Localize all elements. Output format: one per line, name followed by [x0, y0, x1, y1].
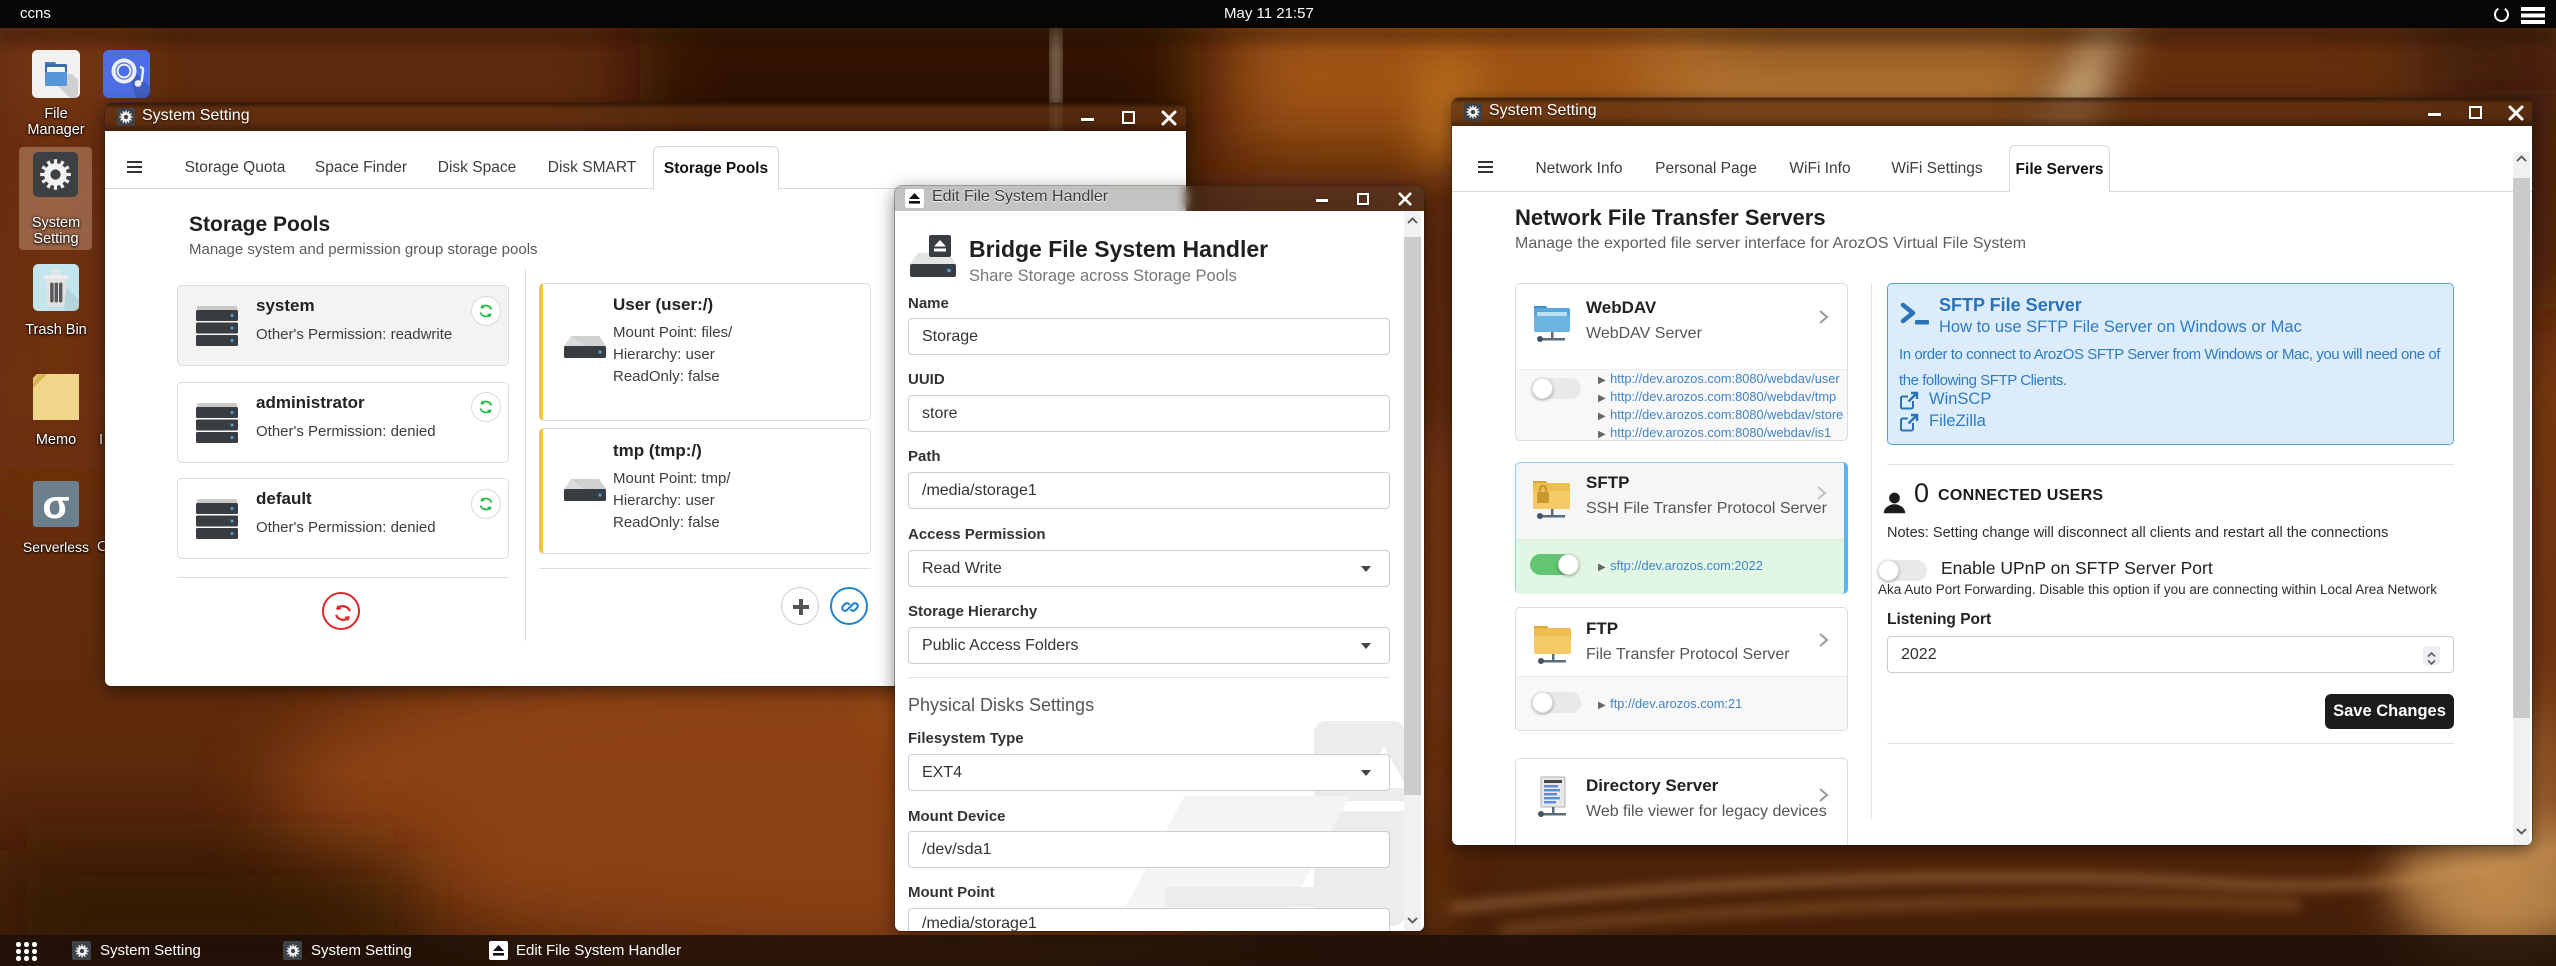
svg-text:σ: σ	[42, 483, 69, 527]
